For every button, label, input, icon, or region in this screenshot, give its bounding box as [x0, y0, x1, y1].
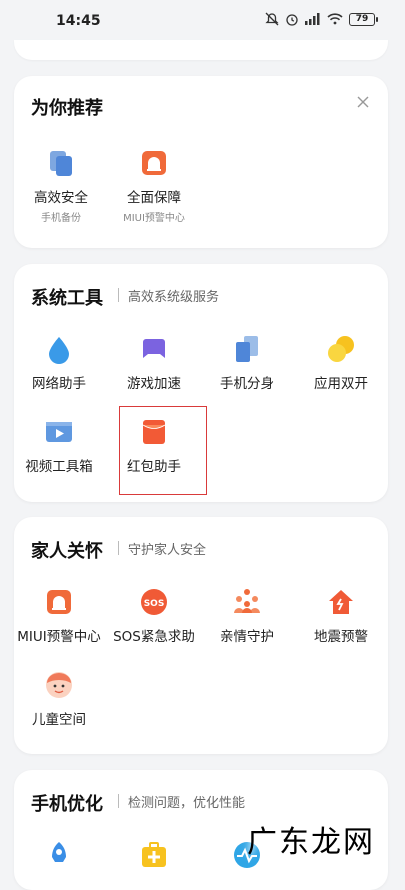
care-label: 儿童空间 — [32, 712, 86, 728]
tool-video-toolbox[interactable]: 视频工具箱 — [14, 417, 104, 475]
family-care-subtitle: 守护家人安全 — [128, 543, 207, 558]
tool-label: 网络助手 — [32, 376, 86, 392]
family-icon — [232, 587, 262, 617]
alarm-icon — [285, 12, 299, 26]
tool-label: 游戏加速 — [127, 376, 181, 392]
recommend-card: 为你推荐 高效安全 手机备份 全面保障 MIUI预警中心 — [14, 76, 388, 248]
title-divider — [118, 794, 119, 808]
care-earthquake[interactable]: 地震预警 — [296, 587, 386, 645]
tool-label: 应用双开 — [314, 376, 368, 392]
system-tools-title: 系统工具 — [31, 288, 103, 309]
recommend-item-label: 全面保障 — [127, 190, 181, 206]
backup-icon — [46, 148, 76, 178]
battery-indicator: 79 — [349, 12, 378, 26]
svg-text:SOS: SOS — [144, 599, 165, 609]
phone-optimize-subtitle: 检测问题，优化性能 — [128, 796, 246, 811]
recommend-title: 为你推荐 — [31, 98, 103, 119]
family-care-title: 家人关怀 — [31, 541, 103, 562]
video-toolbox-icon — [44, 417, 74, 447]
previous-card-edge — [14, 40, 388, 60]
care-family-guard[interactable]: 亲情守护 — [202, 587, 292, 645]
rocket-icon — [44, 840, 74, 870]
tool-label: 手机分身 — [220, 376, 274, 392]
wifi-icon — [327, 13, 343, 25]
tool-network-assistant[interactable]: 网络助手 — [14, 334, 104, 392]
optimize-item-rocket[interactable] — [14, 840, 104, 870]
phone-clone-icon — [232, 334, 262, 364]
status-icons: 79 — [265, 12, 378, 26]
recommend-item-label: 高效安全 — [34, 190, 88, 206]
recommend-item-backup[interactable]: 高效安全 手机备份 — [16, 148, 106, 224]
tool-label: 视频工具箱 — [25, 459, 93, 475]
tool-game-boost[interactable]: 游戏加速 — [109, 334, 199, 392]
signal-icon — [305, 13, 321, 25]
optimize-item-medkit[interactable] — [109, 840, 199, 870]
recommend-item-sublabel: 手机备份 — [41, 213, 81, 224]
phone-optimize-title: 手机优化 — [31, 794, 103, 815]
alert-icon — [44, 587, 74, 617]
kid-face-icon — [44, 670, 74, 700]
care-label: MIUI预警中心 — [17, 629, 101, 645]
care-label: 地震预警 — [314, 629, 368, 645]
care-label: 亲情守护 — [220, 629, 274, 645]
care-label: SOS紧急求助 — [113, 629, 195, 645]
recommend-item-alert[interactable]: 全面保障 MIUI预警中心 — [109, 148, 199, 224]
mute-icon — [265, 12, 279, 26]
alert-icon — [139, 148, 169, 178]
title-divider — [118, 541, 119, 555]
family-care-card: 家人关怀 守护家人安全 MIUI预警中心 SOS SOS紧急求助 亲情守护 地震… — [14, 517, 388, 754]
close-icon[interactable] — [356, 94, 370, 108]
highlight-box — [119, 406, 207, 495]
game-icon — [139, 334, 169, 364]
dual-apps-icon — [326, 334, 356, 364]
title-divider — [118, 288, 119, 302]
care-kid-space[interactable]: 儿童空间 — [14, 670, 104, 728]
care-sos[interactable]: SOS SOS紧急求助 — [109, 587, 199, 645]
status-time: 14:45 — [56, 13, 101, 29]
status-bar: 14:45 79 — [0, 0, 405, 44]
network-drop-icon — [44, 334, 74, 364]
recommend-item-sublabel: MIUI预警中心 — [123, 213, 185, 224]
earthquake-icon — [326, 587, 356, 617]
care-alert-center[interactable]: MIUI预警中心 — [14, 587, 104, 645]
sos-icon: SOS — [139, 587, 169, 617]
tool-phone-clone[interactable]: 手机分身 — [202, 334, 292, 392]
tool-dual-apps[interactable]: 应用双开 — [296, 334, 386, 392]
watermark-text: 广东龙网 — [247, 825, 375, 860]
system-tools-subtitle: 高效系统级服务 — [128, 290, 220, 305]
medkit-icon — [139, 840, 169, 870]
